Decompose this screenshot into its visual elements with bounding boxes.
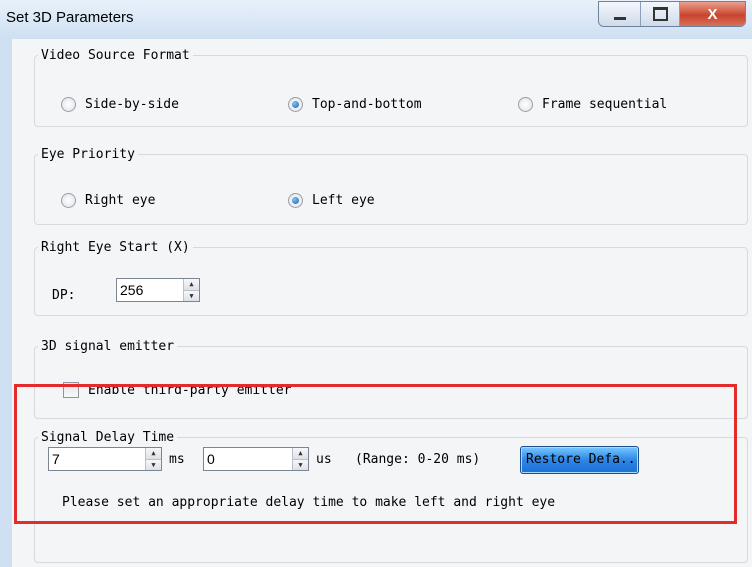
dialog-window: Set 3D Parameters X Video Source Format … (0, 0, 752, 567)
video-source-legend: Video Source Format (41, 48, 190, 63)
delay-ms-value: 7 (52, 451, 60, 467)
delay-us-spinbox[interactable]: 0 ▲ ▼ (203, 447, 309, 471)
emitter-group: 3D signal emitter (34, 339, 748, 419)
right-eye-start-legend: Right Eye Start (X) (41, 240, 190, 255)
dialog-body: Video Source Format Side-by-side Top-and… (12, 39, 752, 567)
radio-left-eye[interactable]: Left eye (288, 193, 375, 208)
radio-side-by-side[interactable]: Side-by-side (61, 97, 179, 112)
radio-circle (61, 97, 76, 112)
eye-priority-group: Eye Priority (34, 147, 748, 225)
radio-selected-dot (292, 197, 299, 204)
eye-priority-legend: Eye Priority (41, 147, 135, 162)
emitter-legend: 3D signal emitter (41, 339, 175, 354)
radio-circle (288, 97, 303, 112)
spin-arrows: ▲ ▼ (183, 279, 199, 301)
radio-right-eye[interactable]: Right eye (61, 193, 155, 208)
spin-up-icon[interactable]: ▲ (293, 448, 308, 459)
maximize-button[interactable] (641, 2, 680, 26)
ms-unit-label: ms (169, 452, 185, 467)
signal-delay-legend: Signal Delay Time (41, 430, 175, 445)
radio-circle (288, 193, 303, 208)
radio-label: Side-by-side (85, 97, 179, 112)
radio-label: Right eye (85, 193, 156, 208)
dp-spinbox[interactable]: 256 ▲ ▼ (116, 278, 200, 302)
close-icon: X (707, 5, 718, 23)
maximize-icon (652, 7, 668, 21)
window-controls: X (598, 1, 746, 27)
minimize-icon (613, 16, 626, 20)
checkbox-label: Enable third-party emitter (88, 382, 292, 398)
delay-ms-spinbox[interactable]: 7 ▲ ▼ (48, 447, 162, 471)
spin-up-icon[interactable]: ▲ (184, 279, 199, 290)
title-bar[interactable]: Set 3D Parameters X (0, 0, 752, 38)
spin-arrows: ▲ ▼ (145, 448, 161, 470)
checkbox-icon (63, 382, 79, 398)
radio-label: Top-and-bottom (312, 97, 422, 112)
close-button[interactable]: X (679, 2, 745, 26)
radio-top-and-bottom[interactable]: Top-and-bottom (288, 97, 422, 112)
window-title: Set 3D Parameters (6, 9, 134, 26)
spin-down-icon[interactable]: ▼ (146, 458, 161, 470)
minimize-button[interactable] (599, 2, 642, 26)
restore-defaults-button[interactable]: Restore Defa... (520, 446, 639, 474)
radio-circle (518, 97, 533, 112)
radio-label: Left eye (312, 193, 375, 208)
spin-arrows: ▲ ▼ (292, 448, 308, 470)
spin-down-icon[interactable]: ▼ (184, 289, 199, 301)
spin-up-icon[interactable]: ▲ (146, 448, 161, 459)
video-source-group: Video Source Format (34, 48, 748, 127)
enable-emitter-checkbox[interactable]: Enable third-party emitter (63, 382, 292, 398)
range-text: (Range: 0-20 ms) (355, 452, 481, 467)
radio-circle (61, 193, 76, 208)
radio-label: Frame sequential (542, 97, 668, 112)
dp-value: 256 (120, 282, 144, 298)
dp-label: DP: (52, 288, 76, 303)
delay-hint-text: Please set an appropriate delay time to … (62, 495, 556, 510)
us-unit-label: us (316, 452, 332, 467)
delay-us-value: 0 (207, 451, 215, 467)
radio-frame-sequential[interactable]: Frame sequential (518, 97, 667, 112)
spin-down-icon[interactable]: ▼ (293, 458, 308, 470)
radio-selected-dot (292, 101, 299, 108)
